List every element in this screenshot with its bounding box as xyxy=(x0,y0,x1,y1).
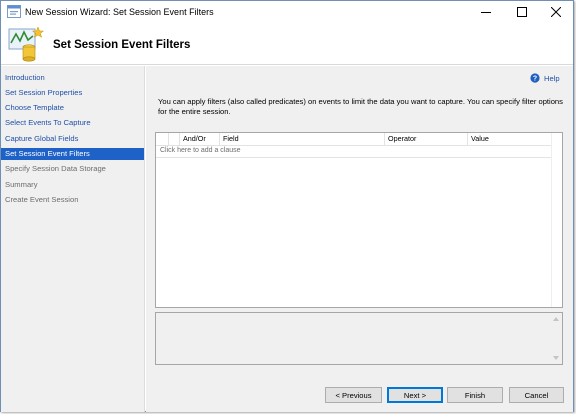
filter-grid-header: And/Or Field Operator Value xyxy=(156,133,551,146)
column-header-operator[interactable]: Operator xyxy=(384,133,467,146)
maximize-icon xyxy=(517,7,527,17)
wizard-chart-icon xyxy=(8,26,45,62)
sidebar-item-capture-global-fields[interactable]: Capture Global Fields xyxy=(1,133,144,145)
cancel-button[interactable]: Cancel xyxy=(509,387,564,403)
sidebar-item-create-event-session: Create Event Session xyxy=(5,195,79,204)
sidebar-item-choose-template[interactable]: Choose Template xyxy=(1,102,144,114)
scroll-up-icon[interactable] xyxy=(553,317,559,321)
close-button[interactable] xyxy=(539,1,573,23)
column-header-value[interactable]: Value xyxy=(467,133,551,146)
wizard-window: New Session Wizard: Set Session Event Fi… xyxy=(0,0,574,412)
minimize-button[interactable] xyxy=(469,1,503,23)
next-button[interactable]: Next > xyxy=(387,387,443,403)
sidebar-item-specify-session-data-storage: Specify Session Data Storage xyxy=(5,164,106,173)
sidebar-item-introduction[interactable]: Introduction xyxy=(1,72,144,84)
sidebar-item-set-session-event-filters[interactable]: Set Session Event Filters xyxy=(1,148,144,160)
wizard-content: ? Help You can apply filters (also calle… xyxy=(146,66,573,412)
instructions-text: You can apply filters (also called predi… xyxy=(158,97,563,116)
filter-grid[interactable]: And/Or Field Operator Value Click here t… xyxy=(155,132,563,308)
column-header-and-or[interactable]: And/Or xyxy=(179,133,219,146)
title-bar[interactable]: New Session Wizard: Set Session Event Fi… xyxy=(1,1,573,23)
page-title: Set Session Event Filters xyxy=(53,39,191,51)
description-panel xyxy=(155,312,563,365)
sidebar-item-select-events[interactable]: Select Events To Capture xyxy=(1,117,144,129)
maximize-button[interactable] xyxy=(505,1,539,23)
wizard-steps-sidebar: Introduction Set Session Properties Choo… xyxy=(1,66,145,412)
window-title: New Session Wizard: Set Session Event Fi… xyxy=(25,7,214,17)
description-scrollbar[interactable] xyxy=(551,313,562,364)
app-icon xyxy=(7,5,21,18)
previous-button[interactable]: < Previous xyxy=(325,387,382,403)
help-icon: ? xyxy=(530,73,540,83)
row-selector-header xyxy=(156,133,168,146)
help-label[interactable]: Help xyxy=(544,74,560,83)
close-icon xyxy=(551,7,561,17)
column-header-field[interactable]: Field xyxy=(219,133,384,146)
filter-grid-scrollbar[interactable] xyxy=(551,133,562,307)
sidebar-item-set-session-properties[interactable]: Set Session Properties xyxy=(1,87,144,99)
wizard-header: Set Session Event Filters xyxy=(1,23,573,65)
add-clause-row[interactable]: Click here to add a clause xyxy=(156,146,551,158)
expander-header xyxy=(168,133,179,146)
minimize-icon xyxy=(481,12,491,13)
svg-text:?: ? xyxy=(533,76,537,83)
scroll-down-icon[interactable] xyxy=(553,356,559,360)
help-link[interactable]: ? Help xyxy=(530,72,560,84)
finish-button[interactable]: Finish xyxy=(447,387,503,403)
sidebar-item-summary: Summary xyxy=(5,180,38,189)
add-clause-placeholder[interactable]: Click here to add a clause xyxy=(160,147,241,154)
